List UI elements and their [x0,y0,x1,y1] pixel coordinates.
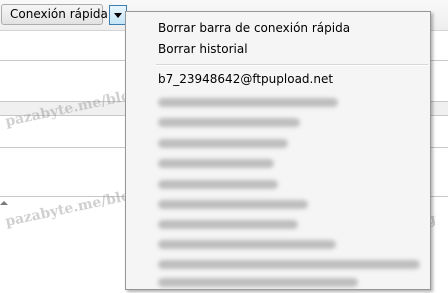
menu-item-clear-quickconnect[interactable]: Borrar barra de conexión rápida [158,21,350,35]
redacted-history-entry[interactable] [158,278,358,287]
redacted-history-entry[interactable] [158,118,300,127]
redacted-history-entry[interactable] [158,220,298,229]
redacted-history-entry[interactable] [158,200,308,209]
redacted-history-entry[interactable] [158,260,420,269]
redacted-history-entry[interactable] [158,240,336,249]
sort-ascending-icon[interactable] [0,201,8,205]
watermark: pazabyte.me/blog [3,185,142,231]
chevron-down-icon [114,13,122,18]
quickconnect-dropdown-menu: Borrar barra de conexión rápida Borrar h… [125,11,431,290]
menu-item-clear-history[interactable]: Borrar historial [158,42,248,56]
redacted-history-entry[interactable] [158,139,288,148]
quickconnect-button[interactable]: Conexión rápida [1,4,108,25]
menu-separator [156,64,428,66]
redacted-history-entry[interactable] [158,98,338,107]
menu-item-history-entry[interactable]: b7_23948642@ftpupload.net [158,72,333,86]
redacted-history-entry[interactable] [158,159,274,168]
redacted-history-entry[interactable] [158,180,278,189]
